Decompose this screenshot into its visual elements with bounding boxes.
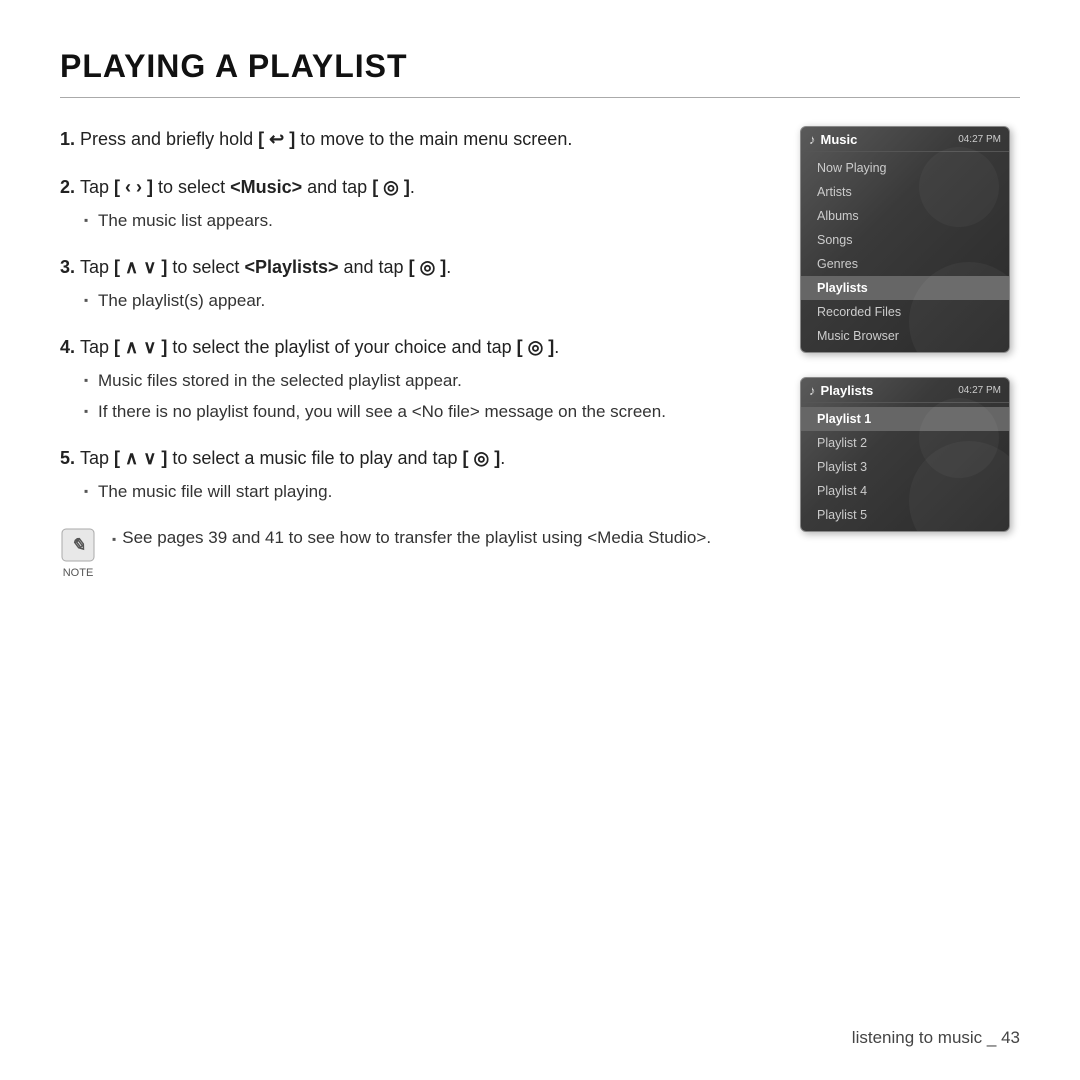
menu-item-genres: Genres bbox=[801, 252, 1009, 276]
step-1-text: Press and briefly hold [ ↩ ] to move to … bbox=[80, 129, 572, 149]
menu-item-albums: Albums bbox=[801, 204, 1009, 228]
instructions: 1. Press and briefly hold [ ↩ ] to move … bbox=[60, 126, 760, 579]
step-2: 2. Tap [ ‹ › ] to select <Music> and tap… bbox=[60, 174, 760, 234]
step-2-number: 2. bbox=[60, 177, 80, 197]
step-1-number: 1. bbox=[60, 129, 80, 149]
content-area: 1. Press and briefly hold [ ↩ ] to move … bbox=[60, 126, 1020, 579]
step-3-bullets: The playlist(s) appear. bbox=[84, 288, 760, 314]
screen1-title: Music bbox=[821, 132, 858, 147]
list-item: If there is no playlist found, you will … bbox=[84, 399, 760, 425]
note-label: NOTE bbox=[63, 567, 94, 579]
svg-text:✎: ✎ bbox=[70, 535, 85, 555]
menu-item-now-playing: Now Playing bbox=[801, 156, 1009, 180]
list-item: The playlist(s) appear. bbox=[84, 288, 760, 314]
menu-item-songs: Songs bbox=[801, 228, 1009, 252]
screen1-header: ♪ Music 04:27 PM bbox=[801, 127, 1009, 152]
menu-item-music-browser: Music Browser bbox=[801, 324, 1009, 348]
step-5-number: 5. bbox=[60, 448, 80, 468]
step-3-number: 3. bbox=[60, 257, 80, 277]
screen2-menu: Playlist 1 Playlist 2 Playlist 3 Playlis… bbox=[801, 403, 1009, 531]
step-5: 5. Tap [ ∧ ∨ ] to select a music file to… bbox=[60, 445, 760, 505]
step-3: 3. Tap [ ∧ ∨ ] to select <Playlists> and… bbox=[60, 254, 760, 314]
screen1-menu: Now Playing Artists Albums Songs Genres … bbox=[801, 152, 1009, 352]
step-3-text: Tap [ ∧ ∨ ] to select <Playlists> and ta… bbox=[80, 257, 451, 277]
note-icon-area: ✎ NOTE bbox=[60, 525, 96, 579]
menu-item-playlist-1: Playlist 1 bbox=[801, 407, 1009, 431]
step-4: 4. Tap [ ∧ ∨ ] to select the playlist of… bbox=[60, 334, 760, 425]
device-screen-1: ♪ Music 04:27 PM Now Playing Artists Alb… bbox=[800, 126, 1010, 353]
note-box: ✎ NOTE See pages 39 and 41 to see how to… bbox=[60, 525, 760, 579]
list-item: Music files stored in the selected playl… bbox=[84, 368, 760, 394]
note-text: See pages 39 and 41 to see how to transf… bbox=[106, 525, 711, 551]
menu-item-playlists: Playlists bbox=[801, 276, 1009, 300]
step-2-text: Tap [ ‹ › ] to select <Music> and tap [ … bbox=[80, 177, 415, 197]
screen2-time: 04:27 PM bbox=[958, 385, 1001, 396]
page-title: PLAYING A PLAYLIST bbox=[60, 48, 1020, 98]
step-1: 1. Press and briefly hold [ ↩ ] to move … bbox=[60, 126, 760, 154]
step-4-text: Tap [ ∧ ∨ ] to select the playlist of yo… bbox=[80, 337, 559, 357]
screen2-title: Playlists bbox=[821, 383, 874, 398]
screen2-header: ♪ Playlists 04:27 PM bbox=[801, 378, 1009, 403]
menu-item-playlist-5: Playlist 5 bbox=[801, 503, 1009, 527]
screens-area: ♪ Music 04:27 PM Now Playing Artists Alb… bbox=[800, 126, 1020, 579]
screen2-header-left: ♪ Playlists bbox=[809, 383, 873, 398]
note-icon: ✎ bbox=[60, 527, 96, 563]
menu-item-artists: Artists bbox=[801, 180, 1009, 204]
menu-item-playlist-4: Playlist 4 bbox=[801, 479, 1009, 503]
footer-text: listening to music _ 43 bbox=[852, 1028, 1020, 1048]
page: PLAYING A PLAYLIST 1. Press and briefly … bbox=[0, 0, 1080, 1080]
music-note-icon-2: ♪ bbox=[809, 383, 816, 398]
step-4-bullets: Music files stored in the selected playl… bbox=[84, 368, 760, 425]
music-note-icon: ♪ bbox=[809, 132, 816, 147]
step-5-text: Tap [ ∧ ∨ ] to select a music file to pl… bbox=[80, 448, 505, 468]
step-2-bullets: The music list appears. bbox=[84, 208, 760, 234]
list-item: The music list appears. bbox=[84, 208, 760, 234]
list-item: The music file will start playing. bbox=[84, 479, 760, 505]
menu-item-playlist-3: Playlist 3 bbox=[801, 455, 1009, 479]
menu-item-recorded-files: Recorded Files bbox=[801, 300, 1009, 324]
step-4-number: 4. bbox=[60, 337, 80, 357]
menu-item-playlist-2: Playlist 2 bbox=[801, 431, 1009, 455]
screen1-header-left: ♪ Music bbox=[809, 132, 857, 147]
step-5-bullets: The music file will start playing. bbox=[84, 479, 760, 505]
device-screen-2: ♪ Playlists 04:27 PM Playlist 1 Playlist… bbox=[800, 377, 1010, 532]
screen1-time: 04:27 PM bbox=[958, 134, 1001, 145]
